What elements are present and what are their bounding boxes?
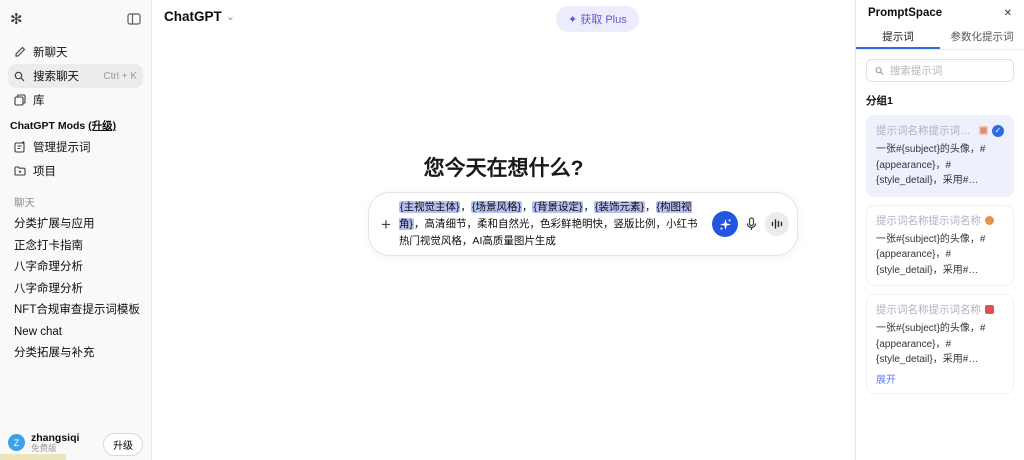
library-icon [14, 94, 27, 106]
prompt-token: {装饰元素} [594, 201, 645, 213]
prompt-card-title: 提示词名称提示词名称 [876, 213, 981, 228]
token-separator: ， [645, 201, 656, 213]
microphone-icon [745, 217, 758, 232]
chat-list-item[interactable]: New chat [8, 322, 143, 344]
mods-upgrade-link[interactable]: (升级) [88, 120, 116, 132]
chat-list-item[interactable]: 分类拓展与补充 [8, 343, 143, 365]
sparkle-stars-icon [719, 218, 732, 231]
prompt-card[interactable]: 提示词名称提示词名称提示词名称 ✓ 一张#{subject}的头像，#{appe… [866, 115, 1014, 197]
prompt-card-title: 提示词名称提示词名称 [876, 302, 981, 317]
sidebar-item-library[interactable]: 库 [8, 88, 143, 112]
sidebar-item-new-chat[interactable]: 新聊天 [8, 40, 143, 64]
prompt-card-title: 提示词名称提示词名称提示词名称 [876, 123, 975, 138]
voice-mode-button[interactable] [765, 212, 789, 236]
manage-prompts-label: 管理提示词 [33, 139, 91, 155]
chat-list-item[interactable]: 八字命理分析 [8, 279, 143, 301]
search-icon [14, 71, 27, 82]
framed-picture-icon [979, 126, 988, 135]
prompt-search-box[interactable] [866, 59, 1014, 82]
red-tower-icon [985, 305, 994, 314]
microphone-button[interactable] [745, 217, 758, 232]
close-icon[interactable]: ✕ [1004, 8, 1012, 19]
mods-title: ChatGPT Mods [10, 120, 85, 132]
panel-title: PromptSpace [868, 7, 942, 19]
token-separator: ， [522, 201, 533, 213]
prompt-card-body: 一张#{subject}的头像，#{appearance}，#{style_de… [876, 321, 1004, 368]
expand-link[interactable]: 展开 [876, 371, 1004, 386]
chat-list-item[interactable]: NFT合规审查提示词模板 [8, 300, 143, 322]
sidebar-item-search-chat[interactable]: 搜索聊天 Ctrl + K [8, 64, 143, 88]
sidebar-item-manage-prompts[interactable]: 管理提示词 [8, 135, 143, 159]
selected-check-icon[interactable]: ✓ [992, 125, 1004, 137]
waveform-icon [771, 218, 783, 230]
get-plus-button[interactable]: ✦ 获取 Plus [556, 6, 639, 32]
search-icon [875, 66, 884, 76]
new-chat-icon [14, 46, 27, 58]
upgrade-button[interactable]: 升级 [103, 433, 143, 456]
clipped-tooltip [0, 454, 66, 460]
prompt-card[interactable]: 提示词名称提示词名称 一张#{subject}的头像，#{appearance}… [866, 294, 1014, 394]
prompt-card-body: 一张#{subject}的头像，#{appearance}，#{style_de… [876, 232, 1004, 279]
greeting-heading: 您今天在想什么? [152, 152, 855, 182]
tab-param-prompts[interactable]: 参数化提示词 [940, 26, 1024, 49]
composer-text[interactable]: {主视觉主体}，{场景风格}，{背景设定}，{装饰元素}，{构图视角}，高清细节… [399, 199, 704, 249]
chevron-down-icon: ⌄ [226, 10, 235, 23]
prompt-token: {背景设定} [532, 201, 583, 213]
avatar[interactable]: Z [8, 434, 25, 451]
chatgpt-logo-icon: ✻ [10, 12, 23, 27]
library-label: 库 [33, 92, 45, 108]
ai-sparkle-button[interactable] [712, 211, 738, 237]
token-separator: ， [460, 201, 471, 213]
group-label: 分组1 [866, 93, 1014, 108]
app-window: ✻ 新聊天 搜索聊天 Ctrl + K [0, 0, 1024, 460]
chat-list-item[interactable]: 八字命理分析 [8, 257, 143, 279]
folder-icon [14, 165, 27, 177]
search-chat-label: 搜索聊天 [33, 68, 79, 84]
main-content: ChatGPT ⌄ ✦ 获取 Plus 您今天在想什么? + {主视觉主体}，{… [152, 0, 855, 460]
token-separator: ， [414, 218, 425, 230]
attach-plus-icon[interactable]: + [381, 216, 391, 233]
prompt-token: {场景风格} [471, 201, 522, 213]
new-chat-label: 新聊天 [33, 44, 68, 60]
chat-list-item[interactable]: 分类扩展与应用 [8, 214, 143, 236]
message-composer[interactable]: + {主视觉主体}，{场景风格}，{背景设定}，{装饰元素}，{构图视角}，高清… [368, 192, 798, 256]
prompt-token: {主视觉主体} [399, 201, 461, 213]
projects-label: 项目 [33, 163, 56, 179]
chats-section-header: 聊天 [8, 183, 143, 214]
prompt-card[interactable]: 提示词名称提示词名称 一张#{subject}的头像，#{appearance}… [866, 205, 1014, 287]
sparkle-icon: ✦ [568, 14, 577, 26]
search-shortcut: Ctrl + K [103, 71, 137, 82]
prompt-search-input[interactable] [890, 65, 1005, 77]
orange-dot-icon [985, 216, 994, 225]
composer-plain-text: 高清细节，柔和自然光，色彩鲜艳明快，竖版比例，小红书热门视觉风格，AI高质量图片… [399, 218, 698, 247]
chat-list-item[interactable]: 正念打卡指南 [8, 236, 143, 258]
prompt-card-body: 一张#{subject}的头像，#{appearance}，#{style_de… [876, 142, 1004, 189]
get-plus-label: 获取 Plus [580, 14, 626, 26]
sidebar-item-projects[interactable]: 项目 [8, 159, 143, 183]
sidebar-toggle-icon[interactable] [127, 12, 141, 26]
sidebar-mods-header[interactable]: ChatGPT Mods (升级) [8, 112, 143, 135]
tab-prompts[interactable]: 提示词 [856, 26, 940, 49]
manage-prompts-icon [14, 141, 27, 153]
user-plan: 免费版 [31, 444, 97, 454]
token-separator: ， [583, 201, 594, 213]
model-selector[interactable]: ChatGPT [164, 9, 222, 24]
promptspace-panel: PromptSpace ✕ 提示词 参数化提示词 分组1 提示词名称提示词名称提… [855, 0, 1024, 460]
sidebar: ✻ 新聊天 搜索聊天 Ctrl + K [0, 0, 152, 460]
